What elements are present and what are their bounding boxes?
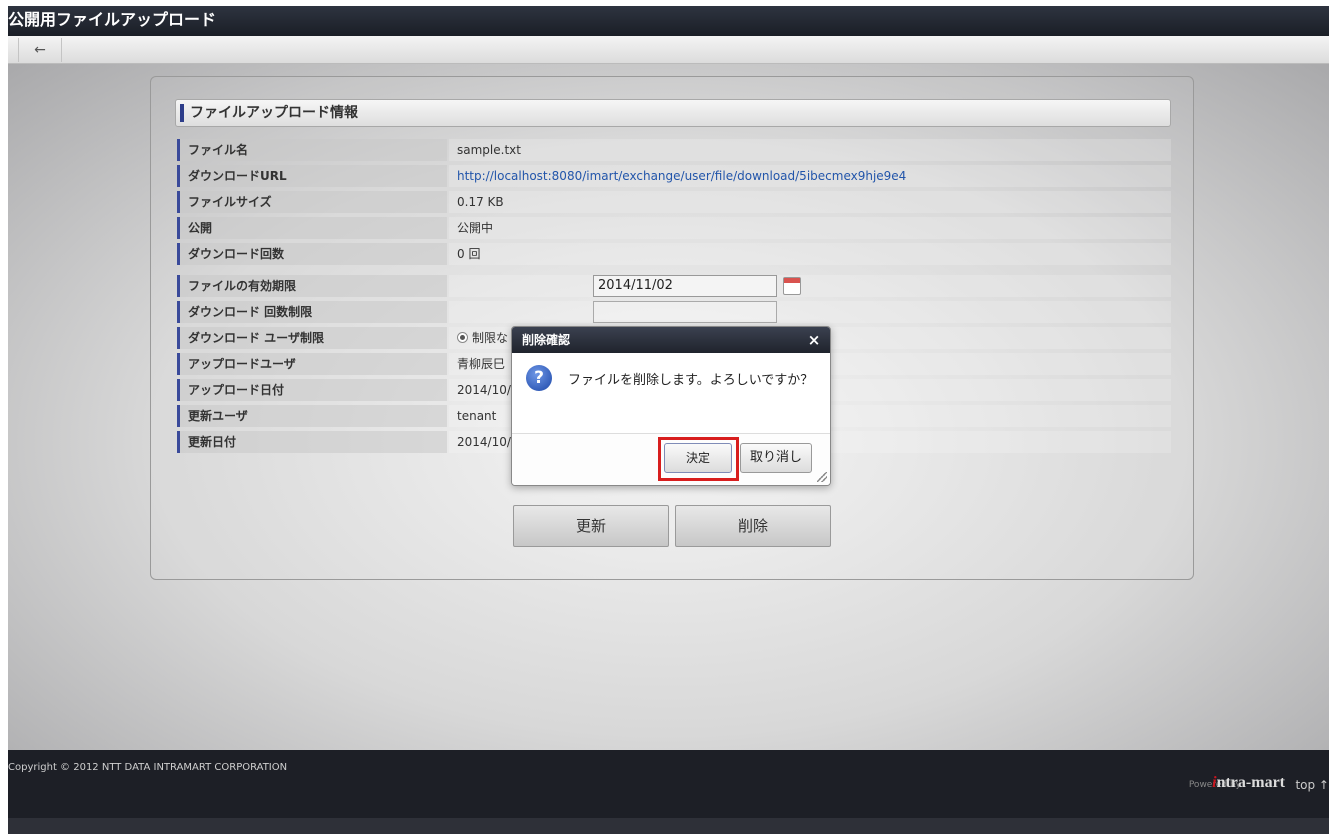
row-label: 更新日付 (177, 431, 447, 453)
row-value: 公開中 (449, 217, 1171, 239)
info-row-download-count: ダウンロード回数 0 回 (175, 243, 1171, 265)
row-label: ダウンロード回数 (177, 243, 447, 265)
row-value-area (449, 301, 1171, 323)
info-row-download-url: ダウンロードURL http://localhost:8080/imart/ex… (175, 165, 1171, 187)
dialog-footer: 決定 取り消し (512, 433, 830, 485)
dialog-title: 削除確認 (512, 327, 830, 353)
delete-button[interactable]: 削除 (675, 505, 831, 547)
question-icon: ? (526, 365, 552, 391)
resize-grip-icon[interactable] (817, 472, 827, 482)
download-url-link[interactable]: http://localhost:8080/imart/exchange/use… (449, 165, 1171, 187)
row-value-area (449, 275, 1171, 297)
intra-mart-logo: intra-mart (1212, 774, 1285, 791)
info-row-public: 公開 公開中 (175, 217, 1171, 239)
cancel-button[interactable]: 取り消し (740, 443, 812, 473)
arrow-left-icon: ← (34, 42, 46, 58)
row-label: ダウンロード ユーザ制限 (177, 327, 447, 349)
row-label: ファイルの有効期限 (177, 275, 447, 297)
dialog-message: ファイルを削除します。よろしいですか？ (568, 373, 814, 388)
back-button[interactable]: ← (18, 38, 62, 62)
section-header: ファイルアップロード情報 (175, 99, 1171, 127)
close-icon[interactable]: × (806, 331, 822, 349)
info-row-filesize: ファイルサイズ 0.17 KB (175, 191, 1171, 213)
calendar-icon[interactable] (783, 277, 801, 295)
row-label: ファイル名 (177, 139, 447, 161)
download-limit-input[interactable] (593, 301, 777, 323)
radio-label: 制限な (472, 331, 509, 345)
copyright-text: Copyright © 2012 NTT DATA INTRAMART CORP… (8, 762, 288, 773)
confirm-button[interactable]: 決定 (664, 443, 732, 473)
delete-confirm-dialog: 削除確認 × ? ファイルを削除します。よろしいですか？ 決定 取り消し (511, 326, 831, 486)
update-button[interactable]: 更新 (513, 505, 669, 547)
page-footer: Copyright © 2012 NTT DATA INTRAMART CORP… (8, 750, 1329, 818)
row-value: sample.txt (449, 139, 1171, 161)
row-label: ダウンロードURL (177, 165, 447, 187)
row-label: ファイルサイズ (177, 191, 447, 213)
expiry-date-input[interactable]: 2014/11/02 (593, 275, 777, 297)
row-label: アップロードユーザ (177, 353, 447, 375)
row-label: アップロード日付 (177, 379, 447, 401)
info-row-filename: ファイル名 sample.txt (175, 139, 1171, 161)
row-label: ダウンロード 回数制限 (177, 301, 447, 323)
bottom-strip (8, 818, 1329, 834)
row-label: 更新ユーザ (177, 405, 447, 427)
row-value: 0 回 (449, 243, 1171, 265)
window-title-bar: 公開用ファイルアップロード (8, 6, 1329, 36)
row-label: 公開 (177, 217, 447, 239)
window-title: 公開用ファイルアップロード (8, 10, 217, 29)
toolbar: ← (8, 36, 1329, 64)
top-link[interactable]: top ↑ (1295, 778, 1329, 792)
row-value: 0.17 KB (449, 191, 1171, 213)
radio-icon[interactable] (457, 332, 468, 343)
